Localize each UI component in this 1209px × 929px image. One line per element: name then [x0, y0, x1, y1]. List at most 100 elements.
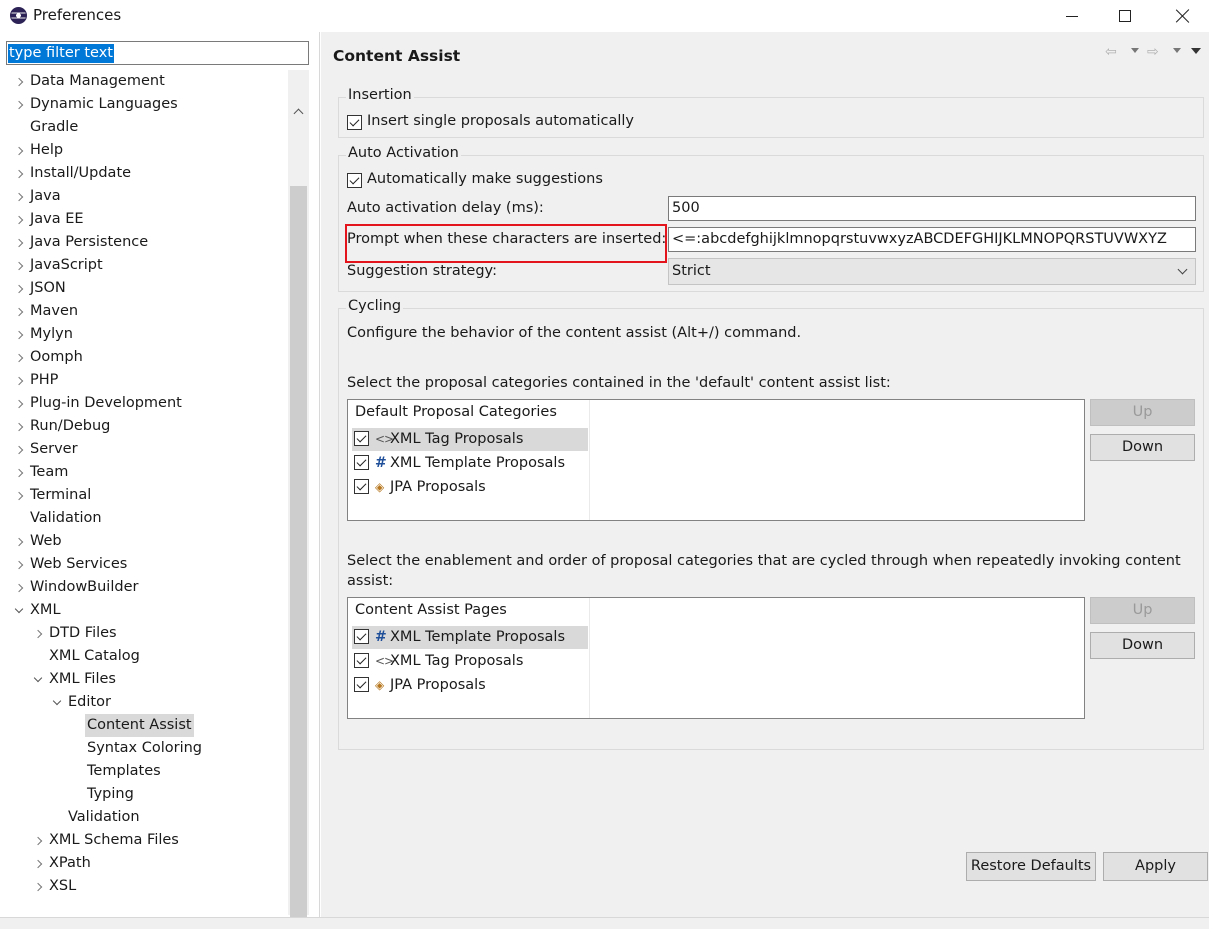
chevron-right-icon[interactable]: [14, 300, 26, 323]
tree-item[interactable]: Validation: [0, 806, 288, 829]
tree-item[interactable]: Content Assist: [0, 714, 288, 737]
tree-item[interactable]: Help: [0, 139, 288, 162]
chevron-right-icon[interactable]: [14, 277, 26, 300]
tree-item[interactable]: Oomph: [0, 346, 288, 369]
close-button[interactable]: [1160, 0, 1206, 32]
tree-item[interactable]: WindowBuilder: [0, 576, 288, 599]
tree-item[interactable]: Maven: [0, 300, 288, 323]
chevron-right-icon[interactable]: [14, 369, 26, 392]
strategy-select[interactable]: Strict: [668, 258, 1196, 285]
chevron-right-icon[interactable]: [14, 415, 26, 438]
list-item-checkbox[interactable]: [354, 455, 369, 470]
tree-item[interactable]: Templates: [0, 760, 288, 783]
back-history-caret-icon[interactable]: [1131, 48, 1139, 53]
tree-item[interactable]: PHP: [0, 369, 288, 392]
tree-item[interactable]: Web: [0, 530, 288, 553]
tree-item[interactable]: Java EE: [0, 208, 288, 231]
chevron-down-icon[interactable]: [33, 668, 45, 691]
insert-single-checkbox[interactable]: [347, 115, 362, 130]
list-item[interactable]: ◈ JPA Proposals: [352, 674, 588, 697]
restore-defaults-button[interactable]: Restore Defaults: [966, 852, 1096, 881]
chevron-down-icon[interactable]: [52, 691, 64, 714]
list-item-checkbox[interactable]: [354, 677, 369, 692]
forward-arrow-icon[interactable]: ⇨: [1147, 44, 1159, 60]
tree-item[interactable]: Plug-in Development: [0, 392, 288, 415]
auto-suggest-checkbox[interactable]: [347, 173, 362, 188]
default-down-button[interactable]: Down: [1090, 434, 1195, 461]
chevron-right-icon[interactable]: [14, 254, 26, 277]
tree-item[interactable]: XSL: [0, 875, 288, 898]
tree-item[interactable]: Terminal: [0, 484, 288, 507]
chevron-right-icon[interactable]: [33, 875, 45, 898]
tree-item[interactable]: Mylyn: [0, 323, 288, 346]
default-up-button[interactable]: Up: [1090, 399, 1195, 426]
tree-item[interactable]: Server: [0, 438, 288, 461]
list-item-checkbox[interactable]: [354, 431, 369, 446]
scroll-up-arrow-icon[interactable]: [288, 102, 309, 123]
tree-item[interactable]: Editor: [0, 691, 288, 714]
chevron-right-icon[interactable]: [14, 162, 26, 185]
tree-item[interactable]: Syntax Coloring: [0, 737, 288, 760]
chevron-right-icon[interactable]: [14, 553, 26, 576]
view-menu-icon[interactable]: [1191, 48, 1201, 54]
tree-item[interactable]: XML: [0, 599, 288, 622]
chevron-right-icon[interactable]: [14, 93, 26, 116]
apply-button[interactable]: Apply: [1103, 852, 1208, 881]
list-item-checkbox[interactable]: [354, 479, 369, 494]
default-categories-list[interactable]: Default Proposal Categories <> XML Tag Pr…: [347, 399, 1085, 521]
chevron-right-icon[interactable]: [33, 622, 45, 645]
tree-item[interactable]: Validation: [0, 507, 288, 530]
list-item[interactable]: ◈ JPA Proposals: [352, 476, 588, 499]
chevron-right-icon[interactable]: [14, 392, 26, 415]
minimize-button[interactable]: [1049, 0, 1095, 32]
chevron-right-icon[interactable]: [14, 185, 26, 208]
chevron-right-icon[interactable]: [33, 829, 45, 852]
chevron-right-icon[interactable]: [14, 530, 26, 553]
tree-item[interactable]: Java: [0, 185, 288, 208]
cycle-up-button[interactable]: Up: [1090, 597, 1195, 624]
tree-item-label: DTD Files: [49, 625, 117, 641]
chevron-right-icon[interactable]: [14, 231, 26, 254]
maximize-button[interactable]: [1102, 0, 1148, 32]
tree-item[interactable]: XML Catalog: [0, 645, 288, 668]
back-arrow-icon[interactable]: ⇦: [1105, 44, 1117, 60]
tree-item[interactable]: Install/Update: [0, 162, 288, 185]
tree-item[interactable]: Typing: [0, 783, 288, 806]
tree-item[interactable]: DTD Files: [0, 622, 288, 645]
chevron-right-icon[interactable]: [14, 438, 26, 461]
list-item-checkbox[interactable]: [354, 653, 369, 668]
tree-item[interactable]: Dynamic Languages: [0, 93, 288, 116]
chevron-right-icon[interactable]: [14, 139, 26, 162]
tree-item[interactable]: XML Files: [0, 668, 288, 691]
prompt-chars-input[interactable]: <=:abcdefghijklmnopqrstuvwxyzABCDEFGHIJK…: [668, 227, 1196, 252]
chevron-right-icon[interactable]: [14, 323, 26, 346]
tree-item[interactable]: XPath: [0, 852, 288, 875]
tree-item[interactable]: XML Schema Files: [0, 829, 288, 852]
chevron-right-icon[interactable]: [14, 461, 26, 484]
tree-item[interactable]: Java Persistence: [0, 231, 288, 254]
tree-item[interactable]: JavaScript: [0, 254, 288, 277]
list-item[interactable]: <> XML Tag Proposals: [352, 428, 588, 451]
list-item[interactable]: <> XML Tag Proposals: [352, 650, 588, 673]
list-item[interactable]: # XML Template Proposals: [352, 452, 588, 475]
tree-item[interactable]: Web Services: [0, 553, 288, 576]
tree-item[interactable]: Team: [0, 461, 288, 484]
chevron-down-icon[interactable]: [14, 599, 26, 622]
chevron-right-icon[interactable]: [14, 576, 26, 599]
content-assist-pages-list[interactable]: Content Assist Pages # XML Template Propo…: [347, 597, 1085, 719]
tree-item[interactable]: Run/Debug: [0, 415, 288, 438]
tree-item[interactable]: Data Management: [0, 70, 288, 93]
tree-scrollbar-thumb[interactable]: [290, 186, 307, 928]
chevron-right-icon[interactable]: [14, 208, 26, 231]
cycle-down-button[interactable]: Down: [1090, 632, 1195, 659]
list-item[interactable]: # XML Template Proposals: [352, 626, 588, 649]
tree-item[interactable]: Gradle: [0, 116, 288, 139]
chevron-right-icon[interactable]: [14, 346, 26, 369]
delay-input[interactable]: 500: [668, 196, 1196, 221]
chevron-right-icon[interactable]: [14, 70, 26, 93]
tree-item[interactable]: JSON: [0, 277, 288, 300]
chevron-right-icon[interactable]: [14, 484, 26, 507]
chevron-right-icon[interactable]: [33, 852, 45, 875]
forward-history-caret-icon[interactable]: [1173, 48, 1181, 53]
list-item-checkbox[interactable]: [354, 629, 369, 644]
